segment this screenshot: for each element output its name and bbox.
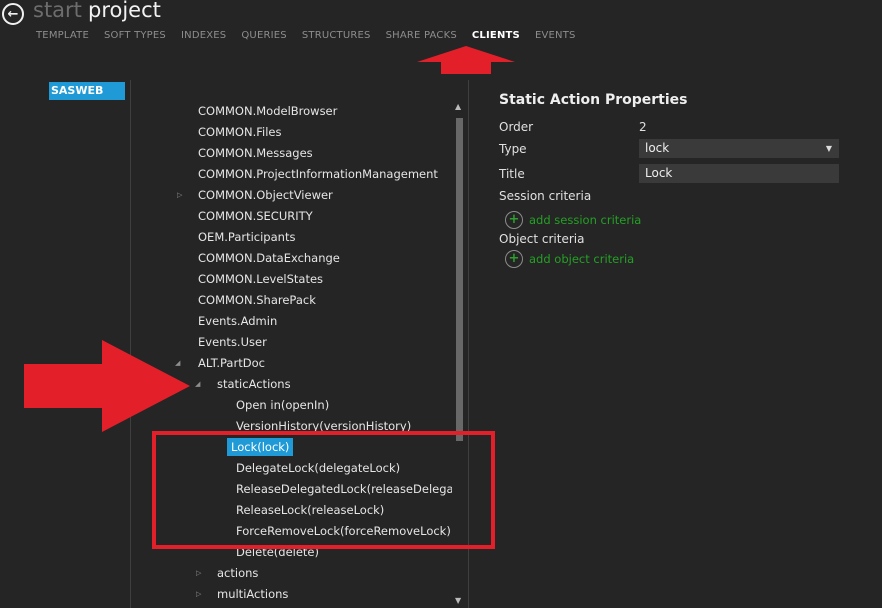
properties-panel: Static Action Properties Order 2 Type lo… — [499, 92, 849, 268]
tab-queries[interactable]: QUERIES — [241, 30, 286, 41]
tree-node[interactable]: COMMON.SharePack — [198, 290, 316, 310]
tree-node[interactable]: COMMON.ObjectViewer — [198, 185, 333, 205]
tree-node[interactable]: COMMON.DataExchange — [198, 248, 340, 268]
title-field[interactable]: Lock — [639, 164, 839, 183]
session-criteria-label: Session criteria — [499, 189, 592, 203]
tree-node[interactable]: Events.User — [198, 332, 267, 352]
tree-node[interactable]: staticActions — [217, 374, 291, 394]
tree-node[interactable]: COMMON.SECURITY — [198, 206, 313, 226]
add-circle-icon: + — [505, 250, 523, 268]
tab-share-packs[interactable]: SHARE PACKS — [386, 30, 457, 41]
scrollbar-thumb[interactable] — [456, 118, 463, 441]
tree-node[interactable]: actions — [217, 563, 258, 583]
order-value: 2 — [639, 120, 647, 134]
tree-node[interactable]: Events.Admin — [198, 311, 277, 331]
add-circle-icon: + — [505, 211, 523, 229]
breadcrumb-start[interactable]: start — [33, 0, 82, 22]
expand-triangle-icon[interactable]: ▷ — [177, 185, 182, 205]
type-label: Type — [499, 142, 527, 156]
expand-triangle-icon[interactable]: ▷ — [196, 584, 201, 604]
annotation-highlight-box — [152, 431, 495, 549]
expand-triangle-icon[interactable]: ▷ — [196, 563, 201, 583]
tree-node[interactable]: Open in(openIn) — [236, 395, 329, 415]
annotation-arrow-up — [417, 46, 515, 74]
breadcrumb-project: project — [88, 0, 161, 22]
tab-events[interactable]: EVENTS — [535, 30, 576, 41]
tree-node[interactable]: OEM.Participants — [198, 227, 295, 247]
chevron-down-icon: ▼ — [825, 144, 832, 153]
tree-node[interactable]: COMMON.Files — [198, 122, 281, 142]
type-select[interactable]: lock ▼ — [639, 139, 839, 158]
collapse-triangle-icon[interactable]: ◢ — [195, 374, 200, 394]
tab-indexes[interactable]: INDEXES — [181, 30, 226, 41]
scroll-up-icon[interactable]: ▲ — [455, 102, 461, 111]
object-criteria-label: Object criteria — [499, 232, 585, 246]
type-select-value: lock — [645, 141, 670, 155]
tab-clients[interactable]: CLIENTS — [472, 30, 520, 41]
add-session-criteria-button[interactable]: + add session criteria — [505, 211, 641, 229]
tree-node[interactable]: COMMON.LevelStates — [198, 269, 323, 289]
top-nav: TEMPLATE SOFT TYPES INDEXES QUERIES STRU… — [36, 30, 591, 41]
add-session-criteria-label: add session criteria — [529, 213, 642, 227]
tab-structures[interactable]: STRUCTURES — [302, 30, 371, 41]
tree-node[interactable]: COMMON.Messages — [198, 143, 313, 163]
client-item-sasweb[interactable]: SASWEB — [49, 82, 125, 100]
add-object-criteria-button[interactable]: + add object criteria — [505, 250, 634, 268]
tab-template[interactable]: TEMPLATE — [36, 30, 89, 41]
back-arrow-icon[interactable]: ← — [2, 3, 24, 25]
add-object-criteria-label: add object criteria — [529, 252, 635, 266]
title-label: Title — [499, 167, 525, 181]
scroll-down-icon[interactable]: ▼ — [455, 596, 461, 605]
tree-node[interactable]: COMMON.ProjectInformationManagement — [198, 164, 438, 184]
tree-node[interactable]: ALT.PartDoc — [198, 353, 265, 373]
order-label: Order — [499, 120, 534, 134]
properties-title: Static Action Properties — [499, 92, 688, 108]
tree-node[interactable]: multiActions — [217, 584, 288, 604]
tree-node[interactable]: COMMON.ModelBrowser — [198, 101, 337, 121]
annotation-arrow-right — [24, 340, 190, 432]
tab-soft-types[interactable]: SOFT TYPES — [104, 30, 166, 41]
